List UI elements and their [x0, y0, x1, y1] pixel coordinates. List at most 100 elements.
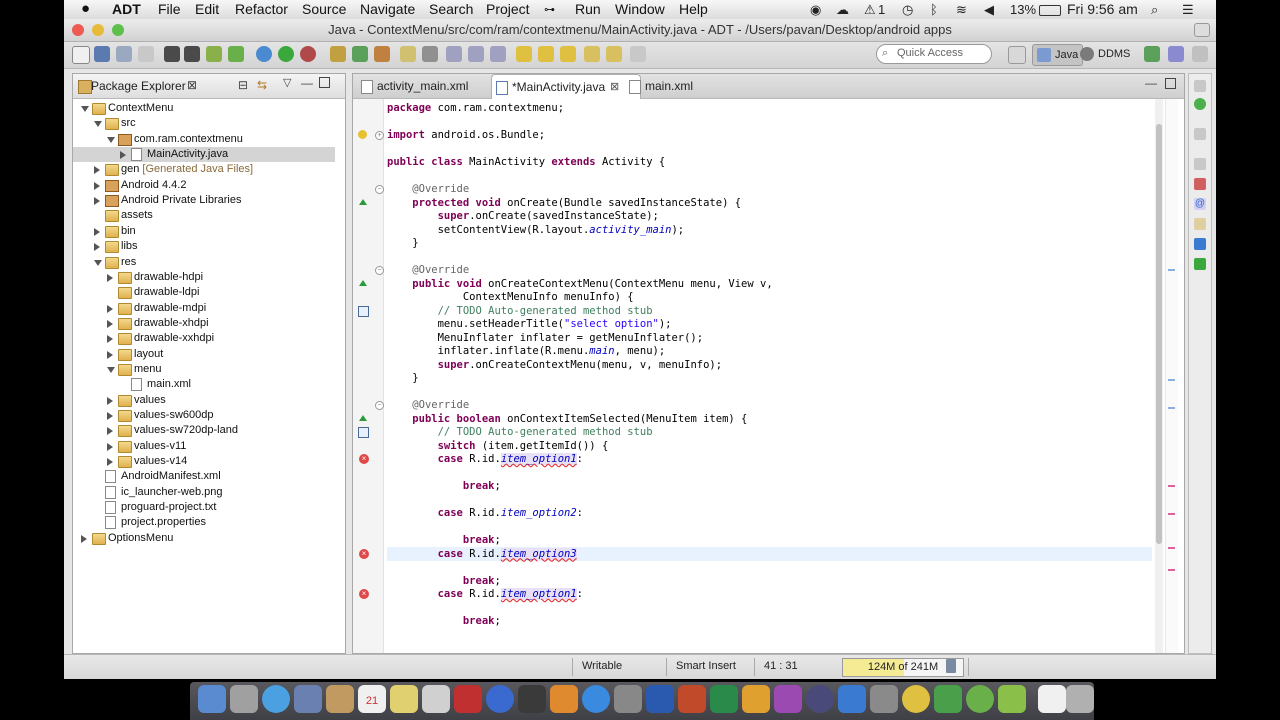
pin-editor-icon[interactable] [630, 46, 646, 62]
photo-booth-icon[interactable] [454, 685, 482, 713]
minimize-view-icon[interactable]: — [301, 76, 313, 90]
safari-icon[interactable] [262, 685, 290, 713]
block-selection-icon[interactable] [468, 46, 484, 62]
collapsed-triangle-icon[interactable] [107, 396, 113, 405]
tree-item[interactable]: Android Private Libraries [73, 193, 335, 208]
logcat-icon[interactable] [1194, 258, 1206, 270]
tree-item[interactable]: values-v14 [73, 454, 335, 469]
contacts-icon[interactable] [326, 685, 354, 713]
notifications-icon[interactable]: ⚠ [864, 2, 876, 18]
preview-icon[interactable] [870, 685, 898, 713]
new-java-project-icon[interactable] [330, 46, 346, 62]
tree-item[interactable]: libs [73, 239, 335, 254]
previous-annotation-icon[interactable] [538, 46, 554, 62]
notification-center-icon[interactable]: ☰ [1182, 2, 1194, 18]
menu-app[interactable]: ADT [112, 1, 141, 17]
more-perspectives-icon[interactable] [1192, 46, 1208, 62]
outlook-icon[interactable] [742, 685, 770, 713]
overview-marker[interactable] [1168, 379, 1175, 381]
console-icon[interactable] [1194, 238, 1206, 250]
forward-icon[interactable] [606, 46, 622, 62]
overview-marker[interactable] [1168, 569, 1175, 571]
run-menu-icon[interactable]: ⊶ [544, 3, 555, 16]
toolbar-toggle-button[interactable] [1194, 23, 1210, 37]
collapsed-triangle-icon[interactable] [107, 319, 113, 328]
fold-toggle-icon[interactable]: + [375, 131, 384, 140]
mail-icon[interactable] [294, 685, 322, 713]
run-icon[interactable] [278, 46, 294, 62]
tree-item[interactable]: drawable-xxhdpi [73, 331, 335, 346]
tree-item[interactable]: values-v11 [73, 439, 335, 454]
onenote-icon[interactable] [774, 685, 802, 713]
code-area[interactable]: package com.ram.contextmenu; import andro… [387, 99, 1152, 653]
menu-window[interactable]: Window [615, 1, 665, 17]
search-icon[interactable] [422, 46, 438, 62]
javadoc-icon[interactable]: @ [1194, 198, 1206, 210]
itunes-icon[interactable] [486, 685, 514, 713]
error-marker-icon[interactable]: × [359, 548, 369, 559]
maximize-editor-icon[interactable] [1165, 78, 1176, 89]
menu-search[interactable]: Search [429, 1, 473, 17]
menu-file[interactable]: File [158, 1, 181, 17]
volume-icon[interactable]: ◀ [984, 2, 994, 18]
avd-manager-icon[interactable] [228, 46, 244, 62]
close-tab-icon[interactable]: ⊠ [610, 75, 619, 99]
save-all-icon[interactable] [116, 46, 132, 62]
tree-item[interactable]: values [73, 393, 335, 408]
open-perspective-icon[interactable] [1008, 46, 1026, 64]
expanded-triangle-icon[interactable] [107, 366, 115, 373]
bluetooth-icon[interactable]: ᛒ [930, 2, 938, 17]
apple-menu-icon[interactable]: ● [81, 0, 90, 17]
android-sdk-icon[interactable] [206, 46, 222, 62]
tree-item[interactable]: values-sw600dp [73, 408, 335, 423]
tree-item[interactable]: ContextMenu [73, 101, 335, 116]
adt-icon[interactable] [966, 685, 994, 713]
system-preferences-icon[interactable] [614, 685, 642, 713]
maximize-view-icon[interactable] [319, 77, 330, 88]
tree-item[interactable]: assets [73, 208, 335, 223]
fold-toggle-icon[interactable]: − [375, 401, 384, 410]
outline-icon[interactable] [1194, 128, 1206, 140]
battery-icon[interactable] [1039, 5, 1061, 16]
documents-stack-icon[interactable] [1038, 685, 1066, 713]
overview-marker[interactable] [1168, 513, 1175, 515]
tree-item[interactable]: Android 4.4.2 [73, 178, 335, 193]
collapsed-triangle-icon[interactable] [94, 197, 100, 206]
ibooks-icon[interactable] [550, 685, 578, 713]
fold-toggle-icon[interactable]: − [375, 266, 384, 275]
open-type-icon[interactable] [400, 46, 416, 62]
package-explorer-title[interactable]: Package Explorer [91, 79, 186, 93]
overview-marker[interactable] [1168, 269, 1175, 271]
powerpoint-icon[interactable] [678, 685, 706, 713]
expanded-triangle-icon[interactable] [107, 136, 115, 143]
tree-item[interactable]: ic_launcher-web.png [73, 485, 335, 500]
save-icon[interactable] [94, 46, 110, 62]
tree-item[interactable]: main.xml [73, 377, 335, 392]
quick-access-field[interactable]: ⌕ Quick Access [876, 44, 992, 64]
tab-main-activity-java[interactable]: *MainActivity.java ⊠ [491, 74, 641, 99]
editor-scrollbar-thumb[interactable] [1156, 124, 1162, 544]
time-machine-icon[interactable]: ◷ [902, 2, 913, 18]
tree-item[interactable]: menu [73, 362, 335, 377]
tree-item[interactable]: AndroidManifest.xml [73, 469, 335, 484]
link-with-editor-icon[interactable]: ⇆ [257, 78, 267, 92]
calendar-icon[interactable]: 21 [358, 685, 386, 713]
problems-icon[interactable] [1194, 178, 1206, 190]
menu-project[interactable]: Project [486, 1, 530, 17]
new-class-icon[interactable] [374, 46, 390, 62]
menu-run[interactable]: Run [575, 1, 601, 17]
debug-icon[interactable] [256, 46, 272, 62]
launchpad-icon[interactable] [230, 685, 258, 713]
overview-marker[interactable] [1168, 485, 1175, 487]
override-marker-icon[interactable] [359, 414, 367, 421]
overview-marker[interactable] [1168, 547, 1175, 549]
new-package-icon[interactable] [352, 46, 368, 62]
ddms-perspective-button[interactable]: DDMS [1076, 44, 1134, 64]
collapsed-triangle-icon[interactable] [81, 534, 87, 543]
error-marker-icon[interactable]: × [359, 454, 369, 464]
tree-item[interactable]: project.properties [73, 515, 335, 530]
app-store-icon[interactable] [582, 685, 610, 713]
collapsed-triangle-icon[interactable] [120, 151, 126, 160]
last-edit-icon[interactable] [560, 46, 576, 62]
task-icon[interactable] [1144, 46, 1160, 62]
